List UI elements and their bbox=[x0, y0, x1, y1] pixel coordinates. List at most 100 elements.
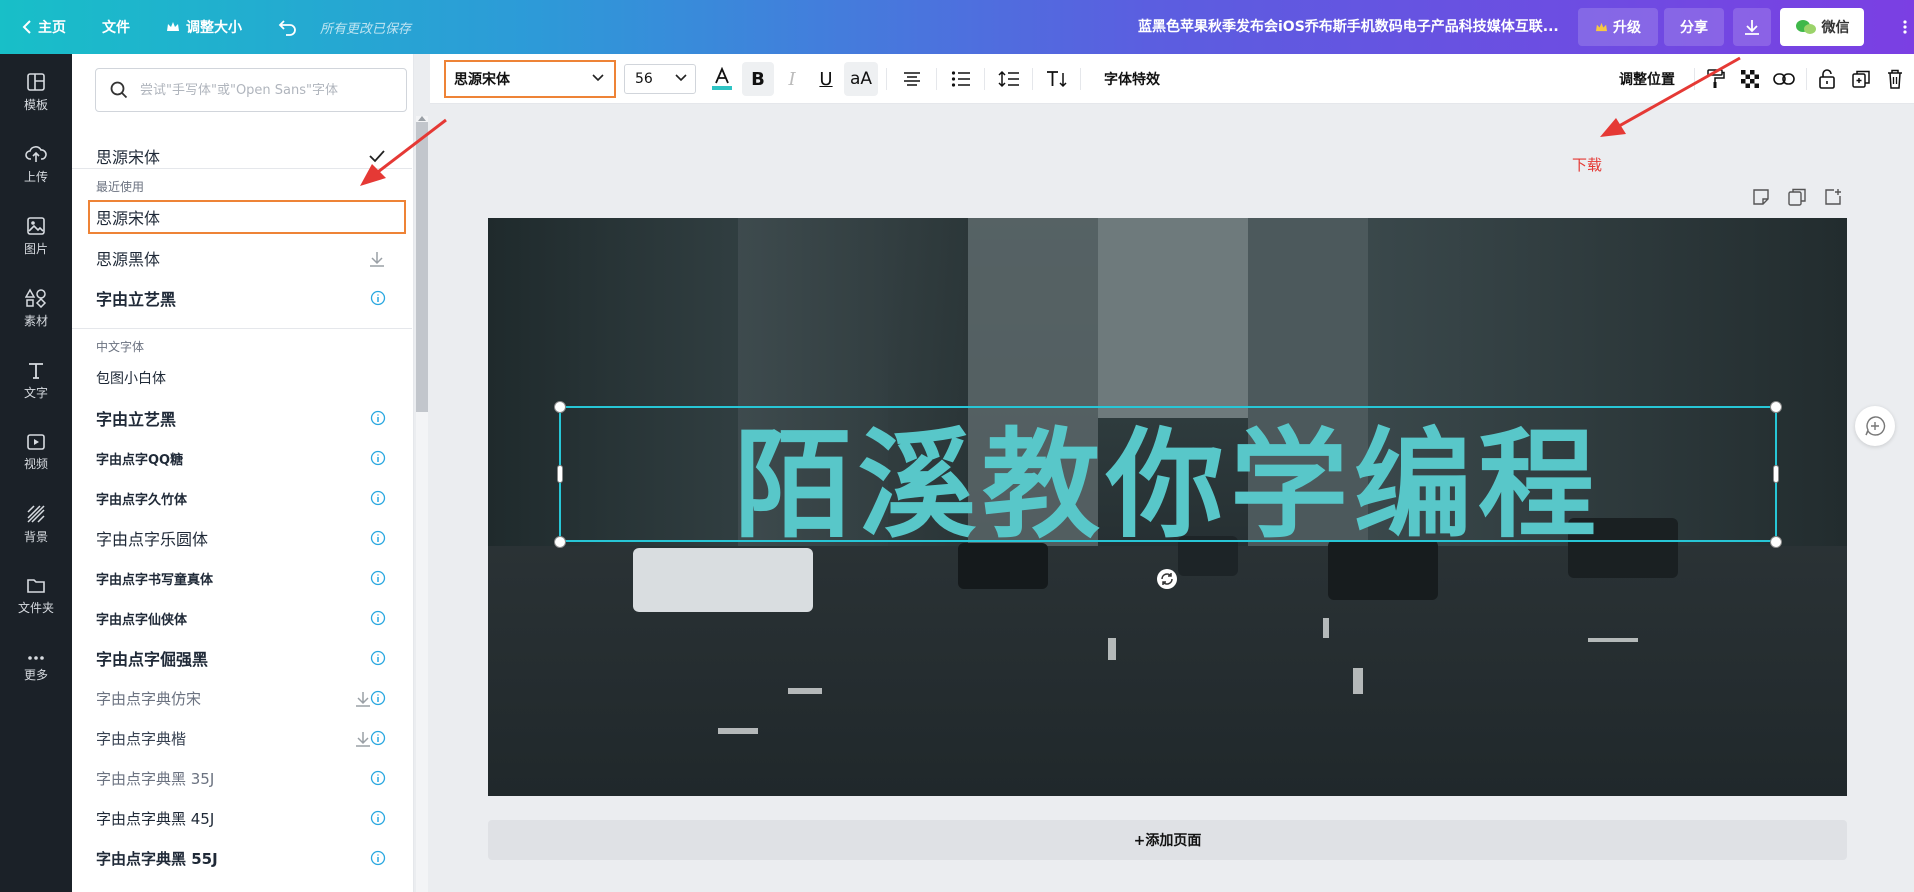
resize-button[interactable]: 调整大小 bbox=[148, 0, 260, 54]
resize-handle-tr[interactable] bbox=[1770, 401, 1782, 413]
resize-handle-br[interactable] bbox=[1770, 536, 1782, 548]
info-icon[interactable] bbox=[370, 690, 386, 706]
note-icon[interactable] bbox=[1752, 188, 1770, 206]
background-icon bbox=[27, 504, 45, 523]
headline-text[interactable]: 陌溪教你学编程 bbox=[734, 389, 1602, 560]
share-label: 分享 bbox=[1680, 20, 1708, 36]
font-item[interactable]: 字由点字倔强黑 bbox=[88, 640, 406, 676]
bold-button[interactable]: B bbox=[742, 62, 774, 96]
underline-button[interactable]: U bbox=[810, 54, 842, 104]
font-item[interactable]: 字由点字典黑 35J bbox=[88, 760, 406, 796]
case-button[interactable]: aA bbox=[844, 62, 878, 96]
info-icon[interactable] bbox=[370, 450, 386, 466]
font-search-input[interactable] bbox=[140, 82, 400, 98]
recent-section-title: 最近使用 bbox=[96, 180, 145, 194]
font-size-dropdown[interactable]: 56 bbox=[624, 64, 696, 94]
info-icon[interactable] bbox=[370, 810, 386, 826]
font-search-box[interactable] bbox=[95, 68, 407, 112]
font-item[interactable]: 字由点字仙侠体 bbox=[88, 600, 406, 636]
font-item[interactable]: 字由点字典仿宋 bbox=[88, 680, 406, 716]
format-painter-button[interactable] bbox=[1700, 54, 1732, 104]
sidebar-item-more[interactable]: 更多 bbox=[0, 638, 72, 698]
home-label: 主页 bbox=[38, 20, 66, 36]
font-size-value: 56 bbox=[635, 71, 653, 87]
font-item[interactable]: 字由点字典楷 bbox=[88, 720, 406, 756]
resize-handle-left[interactable] bbox=[557, 465, 563, 483]
sidebar-item-images[interactable]: 图片 bbox=[0, 206, 72, 266]
spacing-button[interactable] bbox=[990, 54, 1028, 104]
add-page-button[interactable]: +添加页面 bbox=[488, 820, 1847, 860]
duplicate-page-icon[interactable] bbox=[1788, 188, 1806, 206]
document-title[interactable]: 蓝黑色苹果秋季发布会iOS乔布斯手机数码电子产品科技媒体互联... bbox=[1138, 0, 1559, 54]
vertical-text-button[interactable] bbox=[1038, 54, 1076, 104]
sidebar-item-elements[interactable]: 素材 bbox=[0, 278, 72, 338]
info-icon[interactable] bbox=[370, 650, 386, 666]
font-item[interactable]: 字由立艺黑 bbox=[88, 400, 406, 436]
font-name: 字由点字倔强黑 bbox=[96, 650, 209, 669]
adjust-position-button[interactable]: 调整位置 bbox=[1602, 54, 1692, 104]
list-button[interactable] bbox=[942, 54, 980, 104]
share-button[interactable]: 分享 bbox=[1664, 8, 1724, 46]
info-icon[interactable] bbox=[370, 770, 386, 786]
info-icon[interactable] bbox=[370, 730, 386, 746]
font-item[interactable]: 字由点字典黑 45J bbox=[88, 800, 406, 836]
image-icon bbox=[27, 216, 45, 235]
font-family-dropdown[interactable]: 思源宋体 bbox=[444, 60, 616, 98]
wechat-button[interactable]: 微信 bbox=[1780, 8, 1864, 46]
home-button[interactable]: 主页 bbox=[0, 0, 84, 54]
font-effects-button[interactable]: 字体特效 bbox=[1086, 54, 1178, 104]
recent-font-item[interactable]: 思源宋体 bbox=[88, 200, 406, 234]
resize-handle-bl[interactable] bbox=[554, 536, 566, 548]
info-icon[interactable] bbox=[370, 610, 386, 626]
duplicate-button[interactable] bbox=[1846, 54, 1876, 104]
sidebar-item-upload[interactable]: 上传 bbox=[0, 134, 72, 194]
recent-font-item[interactable]: 字由立艺黑 bbox=[88, 280, 406, 316]
info-icon[interactable] bbox=[370, 850, 386, 866]
align-button[interactable] bbox=[894, 54, 930, 104]
info-icon[interactable] bbox=[370, 410, 386, 426]
upgrade-label: 升级 bbox=[1613, 20, 1641, 36]
sidebar-item-text[interactable]: 文字 bbox=[0, 350, 72, 410]
delete-button[interactable] bbox=[1880, 54, 1910, 104]
sidebar-item-video[interactable]: 视频 bbox=[0, 422, 72, 482]
sidebar-item-folder[interactable]: 文件夹 bbox=[0, 566, 72, 626]
font-item[interactable]: 字由点字久竹体 bbox=[88, 480, 406, 516]
font-list-scroll-thumb[interactable] bbox=[416, 122, 428, 412]
link-button[interactable] bbox=[1768, 54, 1800, 104]
font-item[interactable]: 字由点字QQ糖 bbox=[88, 440, 406, 476]
more-icon bbox=[28, 655, 44, 660]
more-icon[interactable] bbox=[1896, 18, 1914, 36]
chevron-left-icon bbox=[22, 20, 31, 34]
download-button[interactable] bbox=[1733, 8, 1771, 46]
info-icon[interactable] bbox=[370, 570, 386, 586]
sidebar-item-templates[interactable]: 模板 bbox=[0, 62, 72, 122]
file-menu-button[interactable]: 文件 bbox=[84, 0, 148, 54]
resize-handle-tl[interactable] bbox=[554, 401, 566, 413]
vertical-text-icon bbox=[1047, 71, 1067, 88]
upgrade-button[interactable]: 升级 bbox=[1578, 8, 1658, 46]
font-item[interactable]: 字由点字书写童真体 bbox=[88, 560, 406, 596]
comment-button[interactable] bbox=[1855, 406, 1895, 446]
font-item[interactable]: 包图小白体 bbox=[88, 360, 406, 396]
scroll-up-arrow-icon[interactable] bbox=[418, 116, 426, 121]
info-icon[interactable] bbox=[370, 530, 386, 546]
add-page-icon[interactable] bbox=[1824, 188, 1842, 206]
font-item[interactable]: 字由点字典黑 55J bbox=[88, 840, 406, 876]
font-item[interactable]: 字由点字乐圆体 bbox=[88, 520, 406, 556]
sidebar-item-background[interactable]: 背景 bbox=[0, 494, 72, 554]
selected-text-box[interactable]: 陌溪教你学编程 bbox=[559, 406, 1777, 554]
text-color-button[interactable] bbox=[706, 54, 738, 104]
sidebar-item-label: 图片 bbox=[23, 241, 48, 256]
font-name: 思源宋体 bbox=[96, 209, 161, 228]
info-icon[interactable] bbox=[370, 290, 386, 306]
lock-button[interactable] bbox=[1812, 54, 1842, 104]
download-icon[interactable] bbox=[368, 250, 386, 268]
resize-handle-right[interactable] bbox=[1773, 465, 1779, 483]
recent-font-item[interactable]: 思源黑体 bbox=[88, 240, 406, 276]
undo-button[interactable] bbox=[260, 0, 306, 54]
italic-button[interactable]: I bbox=[776, 54, 808, 104]
font-name: 字由点字典黑 55J bbox=[96, 849, 218, 868]
info-icon[interactable] bbox=[370, 490, 386, 506]
transparency-button[interactable] bbox=[1734, 54, 1766, 104]
rotate-handle[interactable] bbox=[1157, 569, 1177, 589]
